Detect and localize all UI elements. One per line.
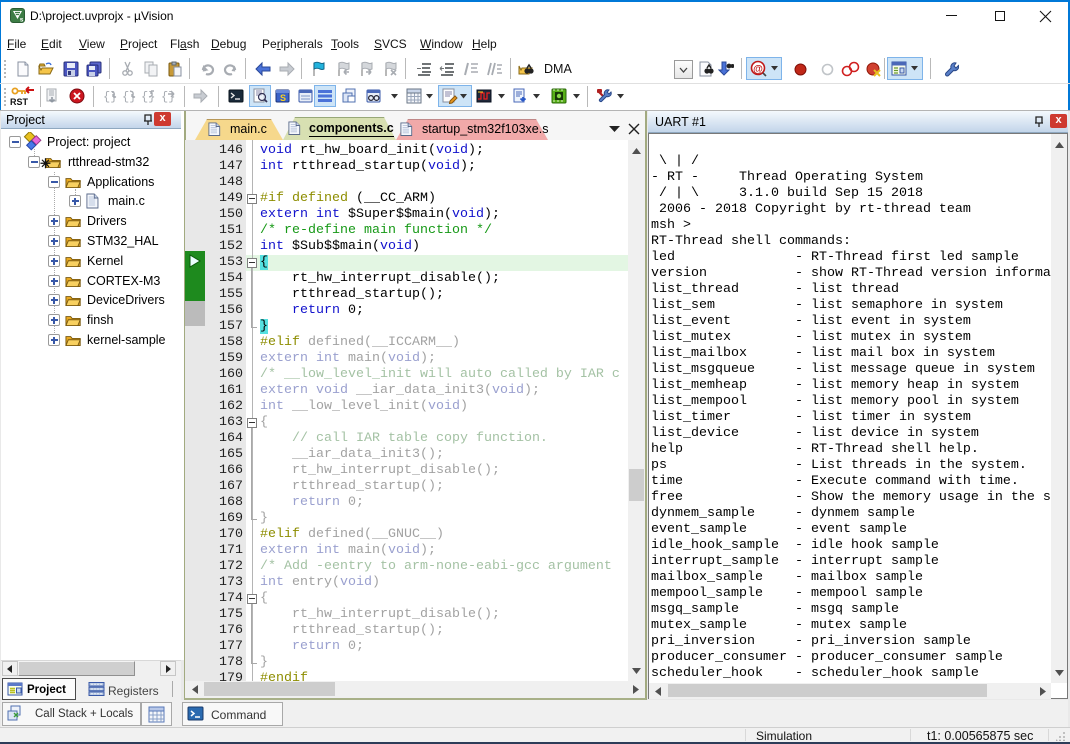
svg-text:{}: {} <box>141 90 155 104</box>
svg-text:s: s <box>20 17 24 24</box>
svg-text:RST: RST <box>10 97 29 107</box>
svg-text:S: S <box>280 93 286 103</box>
svg-text:{}: {} <box>161 90 175 104</box>
svg-text:@: @ <box>753 64 763 75</box>
